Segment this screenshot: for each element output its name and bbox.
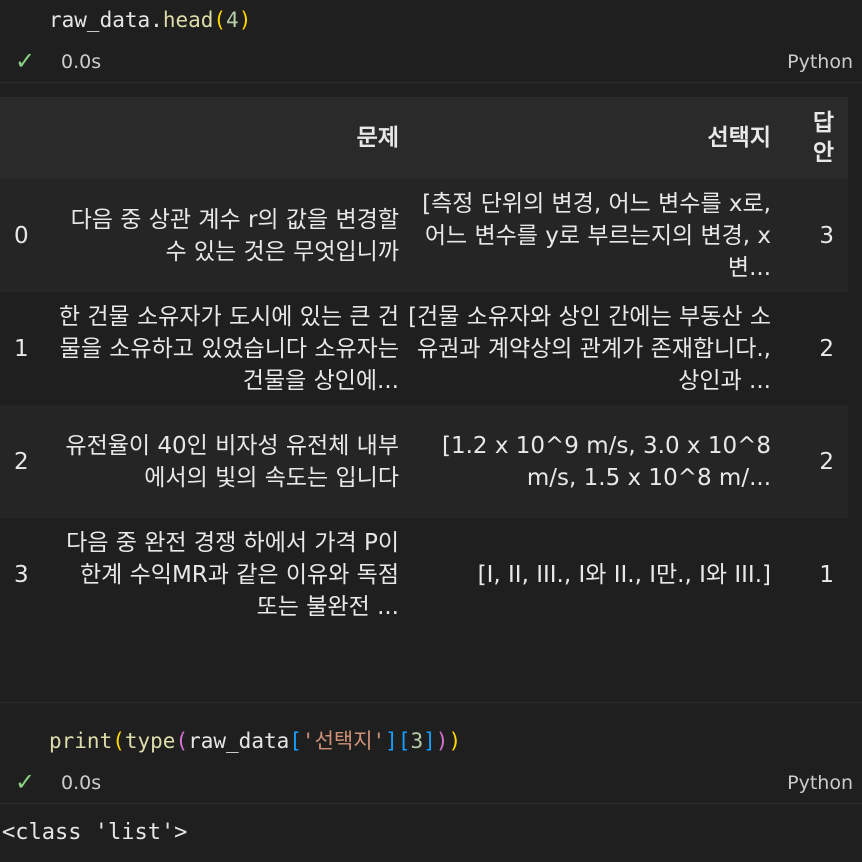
header-choices: 선택지 xyxy=(707,125,771,151)
table-row: 0 다음 중 상관 계수 r의 값을 변경할 수 있는 것은 무엇입니까 [측정… xyxy=(0,179,848,292)
code-token-bracket: [ xyxy=(397,729,411,753)
question-text: 다음 중 상관 계수 r의 값을 변경할 수 있는 것은 무엇입니까 xyxy=(70,206,399,265)
cell-divider xyxy=(0,82,862,83)
choices-text: [건물 소유자와 상인 간에는 부동산 소유권과 계약상의 관계가 존재합니다.… xyxy=(408,303,771,394)
answer-cell: 2 xyxy=(819,335,834,362)
code-token-bracket: ] xyxy=(423,729,436,753)
code-token-dot: . xyxy=(150,8,163,32)
code-token-string: '선택지' xyxy=(301,729,386,753)
question-cell: 유전율이 40인 비자성 유전체 내부에서의 빛의 속도는 입니다 xyxy=(55,405,401,518)
choices-cell: [I, II, III., I와 II., I만., I와 III.] xyxy=(401,518,773,631)
table-row: 2 유전율이 40인 비자성 유전체 내부에서의 빛의 속도는 입니다 [1.2… xyxy=(0,405,848,518)
execution-time: 0.0s xyxy=(61,772,102,794)
execution-time: 0.0s xyxy=(61,51,102,73)
answer-cell: 2 xyxy=(819,448,834,475)
choices-text: [측정 단위의 변경, 어느 변수를 x로, 어느 변수를 y로 부르는지의 변… xyxy=(422,190,771,281)
choices-text: [I, II, III., I와 II., I만., I와 III.] xyxy=(477,561,771,588)
code-token-print: print xyxy=(49,729,113,753)
code-token-paren: ) xyxy=(448,729,462,753)
question-cell: 한 건물 소유자가 도시에 있는 큰 건물을 소유하고 있었습니다 소유자는 건… xyxy=(55,292,401,405)
header-question: 문제 xyxy=(356,125,399,151)
question-text: 한 건물 소유자가 도시에 있는 큰 건물을 소유하고 있었습니다 소유자는 건… xyxy=(58,303,399,394)
code-token-arg: 4 xyxy=(226,8,239,32)
cell-language[interactable]: Python xyxy=(787,51,853,73)
code-token-bracket: ] xyxy=(385,729,398,753)
code-token-type: type xyxy=(124,729,176,753)
row-index: 3 xyxy=(14,561,29,588)
row-index: 1 xyxy=(14,335,29,362)
row-index: 0 xyxy=(14,222,29,249)
check-icon: ✓ xyxy=(15,768,36,796)
code-cell-2-input[interactable]: print(type(raw_data['선택지'][3])) xyxy=(49,728,461,754)
notebook-page: raw_data.head(4) ✓ 0.0s Python 문제 선택지 답안… xyxy=(0,0,862,862)
answer-cell: 3 xyxy=(819,222,834,249)
cell-2-status-bar: ✓ 0.0s Python xyxy=(0,763,862,803)
header-answer-line-1: 답 xyxy=(812,110,834,136)
row-index: 2 xyxy=(14,448,29,475)
cell-output-text: <class 'list'> xyxy=(2,820,188,845)
code-token-paren: ) xyxy=(435,729,449,753)
code-token-paren-close: ) xyxy=(238,8,252,32)
question-cell: 다음 중 상관 계수 r의 값을 변경할 수 있는 것은 무엇입니까 xyxy=(55,179,401,292)
table-row: 1 한 건물 소유자가 도시에 있는 큰 건물을 소유하고 있었습니다 소유자는… xyxy=(0,292,848,405)
table-row: 3 다음 중 완전 경쟁 하에서 가격 P이 한계 수익MR과 같은 이유와 독… xyxy=(0,518,848,631)
code-token-var: raw_data xyxy=(49,8,151,32)
code-token-paren: ( xyxy=(175,729,189,753)
dataframe-table: 문제 선택지 답안 0 다음 중 상관 계수 r의 값을 변경할 수 있는 것은… xyxy=(0,97,848,631)
code-token-var: raw_data xyxy=(188,729,290,753)
cell-divider xyxy=(0,803,862,804)
code-token-paren-open: ( xyxy=(213,8,227,32)
question-cell: 다음 중 완전 경쟁 하에서 가격 P이 한계 수익MR과 같은 이유와 독점 … xyxy=(55,518,401,631)
cell-1-status-bar: ✓ 0.0s Python xyxy=(0,42,862,82)
code-token-method: head xyxy=(162,8,214,32)
table-header-row: 문제 선택지 답안 xyxy=(0,97,848,179)
code-token-number: 3 xyxy=(410,729,424,753)
header-answer-line-2: 안 xyxy=(812,140,834,166)
header-index xyxy=(0,97,55,179)
choices-text: [1.2 x 10^9 m/s, 3.0 x 10^8 m/s, 1.5 x 1… xyxy=(441,432,771,491)
answer-cell: 1 xyxy=(819,561,834,588)
code-token-bracket: [ xyxy=(289,729,302,753)
header-answer: 답안 xyxy=(773,97,848,179)
code-cell-1-input[interactable]: raw_data.head(4) xyxy=(49,7,251,33)
question-text: 다음 중 완전 경쟁 하에서 가격 P이 한계 수익MR과 같은 이유와 독점 … xyxy=(66,529,399,620)
cell-divider xyxy=(0,702,862,703)
check-icon: ✓ xyxy=(15,47,36,75)
question-text: 유전율이 40인 비자성 유전체 내부에서의 빛의 속도는 입니다 xyxy=(65,432,399,491)
cell-language[interactable]: Python xyxy=(787,772,853,794)
choices-cell: [1.2 x 10^9 m/s, 3.0 x 10^8 m/s, 1.5 x 1… xyxy=(401,405,773,518)
code-token-paren: ( xyxy=(112,729,125,753)
choices-cell: [건물 소유자와 상인 간에는 부동산 소유권과 계약상의 관계가 존재합니다.… xyxy=(401,292,773,405)
choices-cell: [측정 단위의 변경, 어느 변수를 x로, 어느 변수를 y로 부르는지의 변… xyxy=(401,179,773,292)
